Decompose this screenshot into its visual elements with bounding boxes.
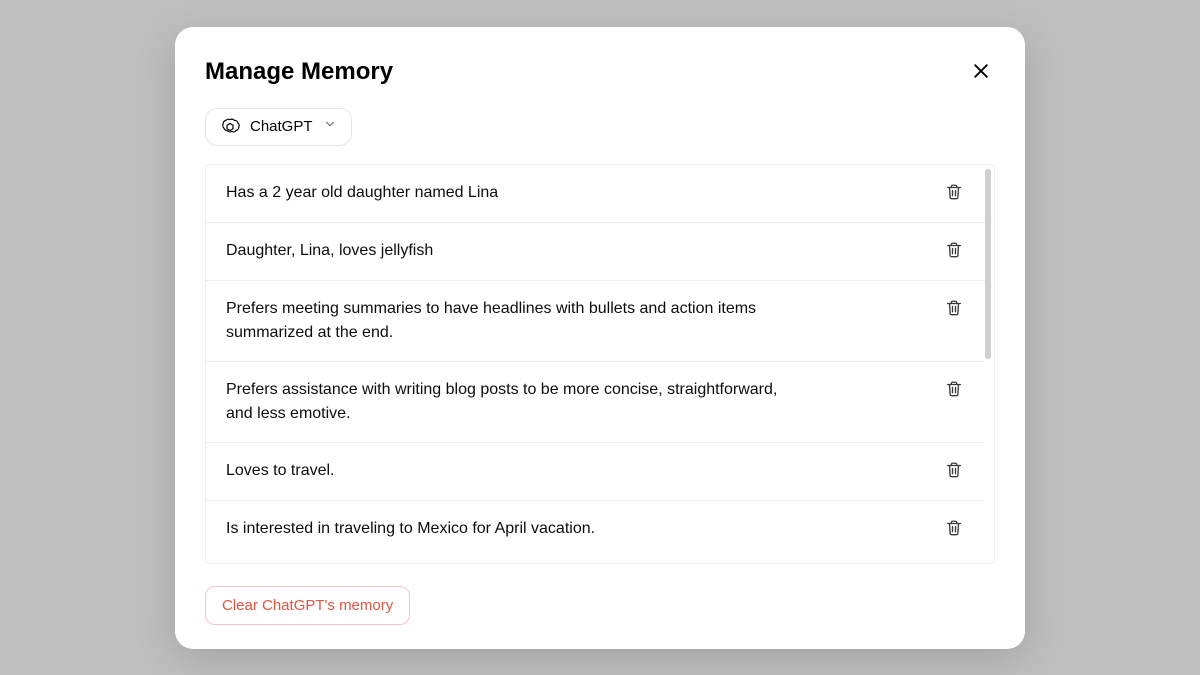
modal-title: Manage Memory (205, 58, 393, 86)
delete-memory-button[interactable] (943, 181, 965, 206)
trash-icon (945, 305, 963, 320)
memory-row: Has a 2 year old daughter named Lina (206, 165, 985, 223)
delete-memory-button[interactable] (943, 517, 965, 542)
model-selector-label: ChatGPT (250, 118, 313, 135)
memory-list-container: Has a 2 year old daughter named Lina Dau… (205, 164, 995, 564)
clear-memory-button[interactable]: Clear ChatGPT's memory (205, 586, 410, 625)
trash-icon (945, 189, 963, 204)
scrollbar-thumb[interactable] (985, 169, 991, 359)
trash-icon (945, 467, 963, 482)
memory-text: Prefers assistance with writing blog pos… (226, 378, 786, 426)
trash-icon (945, 525, 963, 540)
manage-memory-modal: Manage Memory ChatGPT Has a 2 year old d… (175, 27, 1025, 649)
memory-row: Is interested in traveling to Mexico for… (206, 501, 985, 558)
memory-list: Has a 2 year old daughter named Lina Dau… (206, 165, 985, 563)
delete-memory-button[interactable] (943, 378, 965, 403)
trash-icon (945, 386, 963, 401)
memory-row: Loves to travel. (206, 443, 985, 501)
memory-text: Daughter, Lina, loves jellyfish (226, 239, 433, 263)
delete-memory-button[interactable] (943, 459, 965, 484)
openai-logo-icon (220, 117, 240, 137)
trash-icon (945, 247, 963, 262)
memory-row: Prefers assistance with writing blog pos… (206, 362, 985, 443)
delete-memory-button[interactable] (943, 297, 965, 322)
delete-memory-button[interactable] (943, 239, 965, 264)
modal-footer: Clear ChatGPT's memory (205, 586, 995, 625)
memory-row: Prefers meeting summaries to have headli… (206, 281, 985, 362)
modal-header: Manage Memory (205, 57, 995, 88)
memory-row: Daughter, Lina, loves jellyfish (206, 223, 985, 281)
close-button[interactable] (967, 57, 995, 88)
memory-text: Has a 2 year old daughter named Lina (226, 181, 498, 205)
memory-text: Prefers meeting summaries to have headli… (226, 297, 786, 345)
model-selector[interactable]: ChatGPT (205, 108, 352, 146)
chevron-down-icon (323, 117, 337, 136)
memory-text: Is interested in traveling to Mexico for… (226, 517, 595, 541)
close-icon (971, 61, 991, 84)
scrollbar[interactable] (985, 169, 991, 559)
memory-text: Loves to travel. (226, 459, 335, 483)
